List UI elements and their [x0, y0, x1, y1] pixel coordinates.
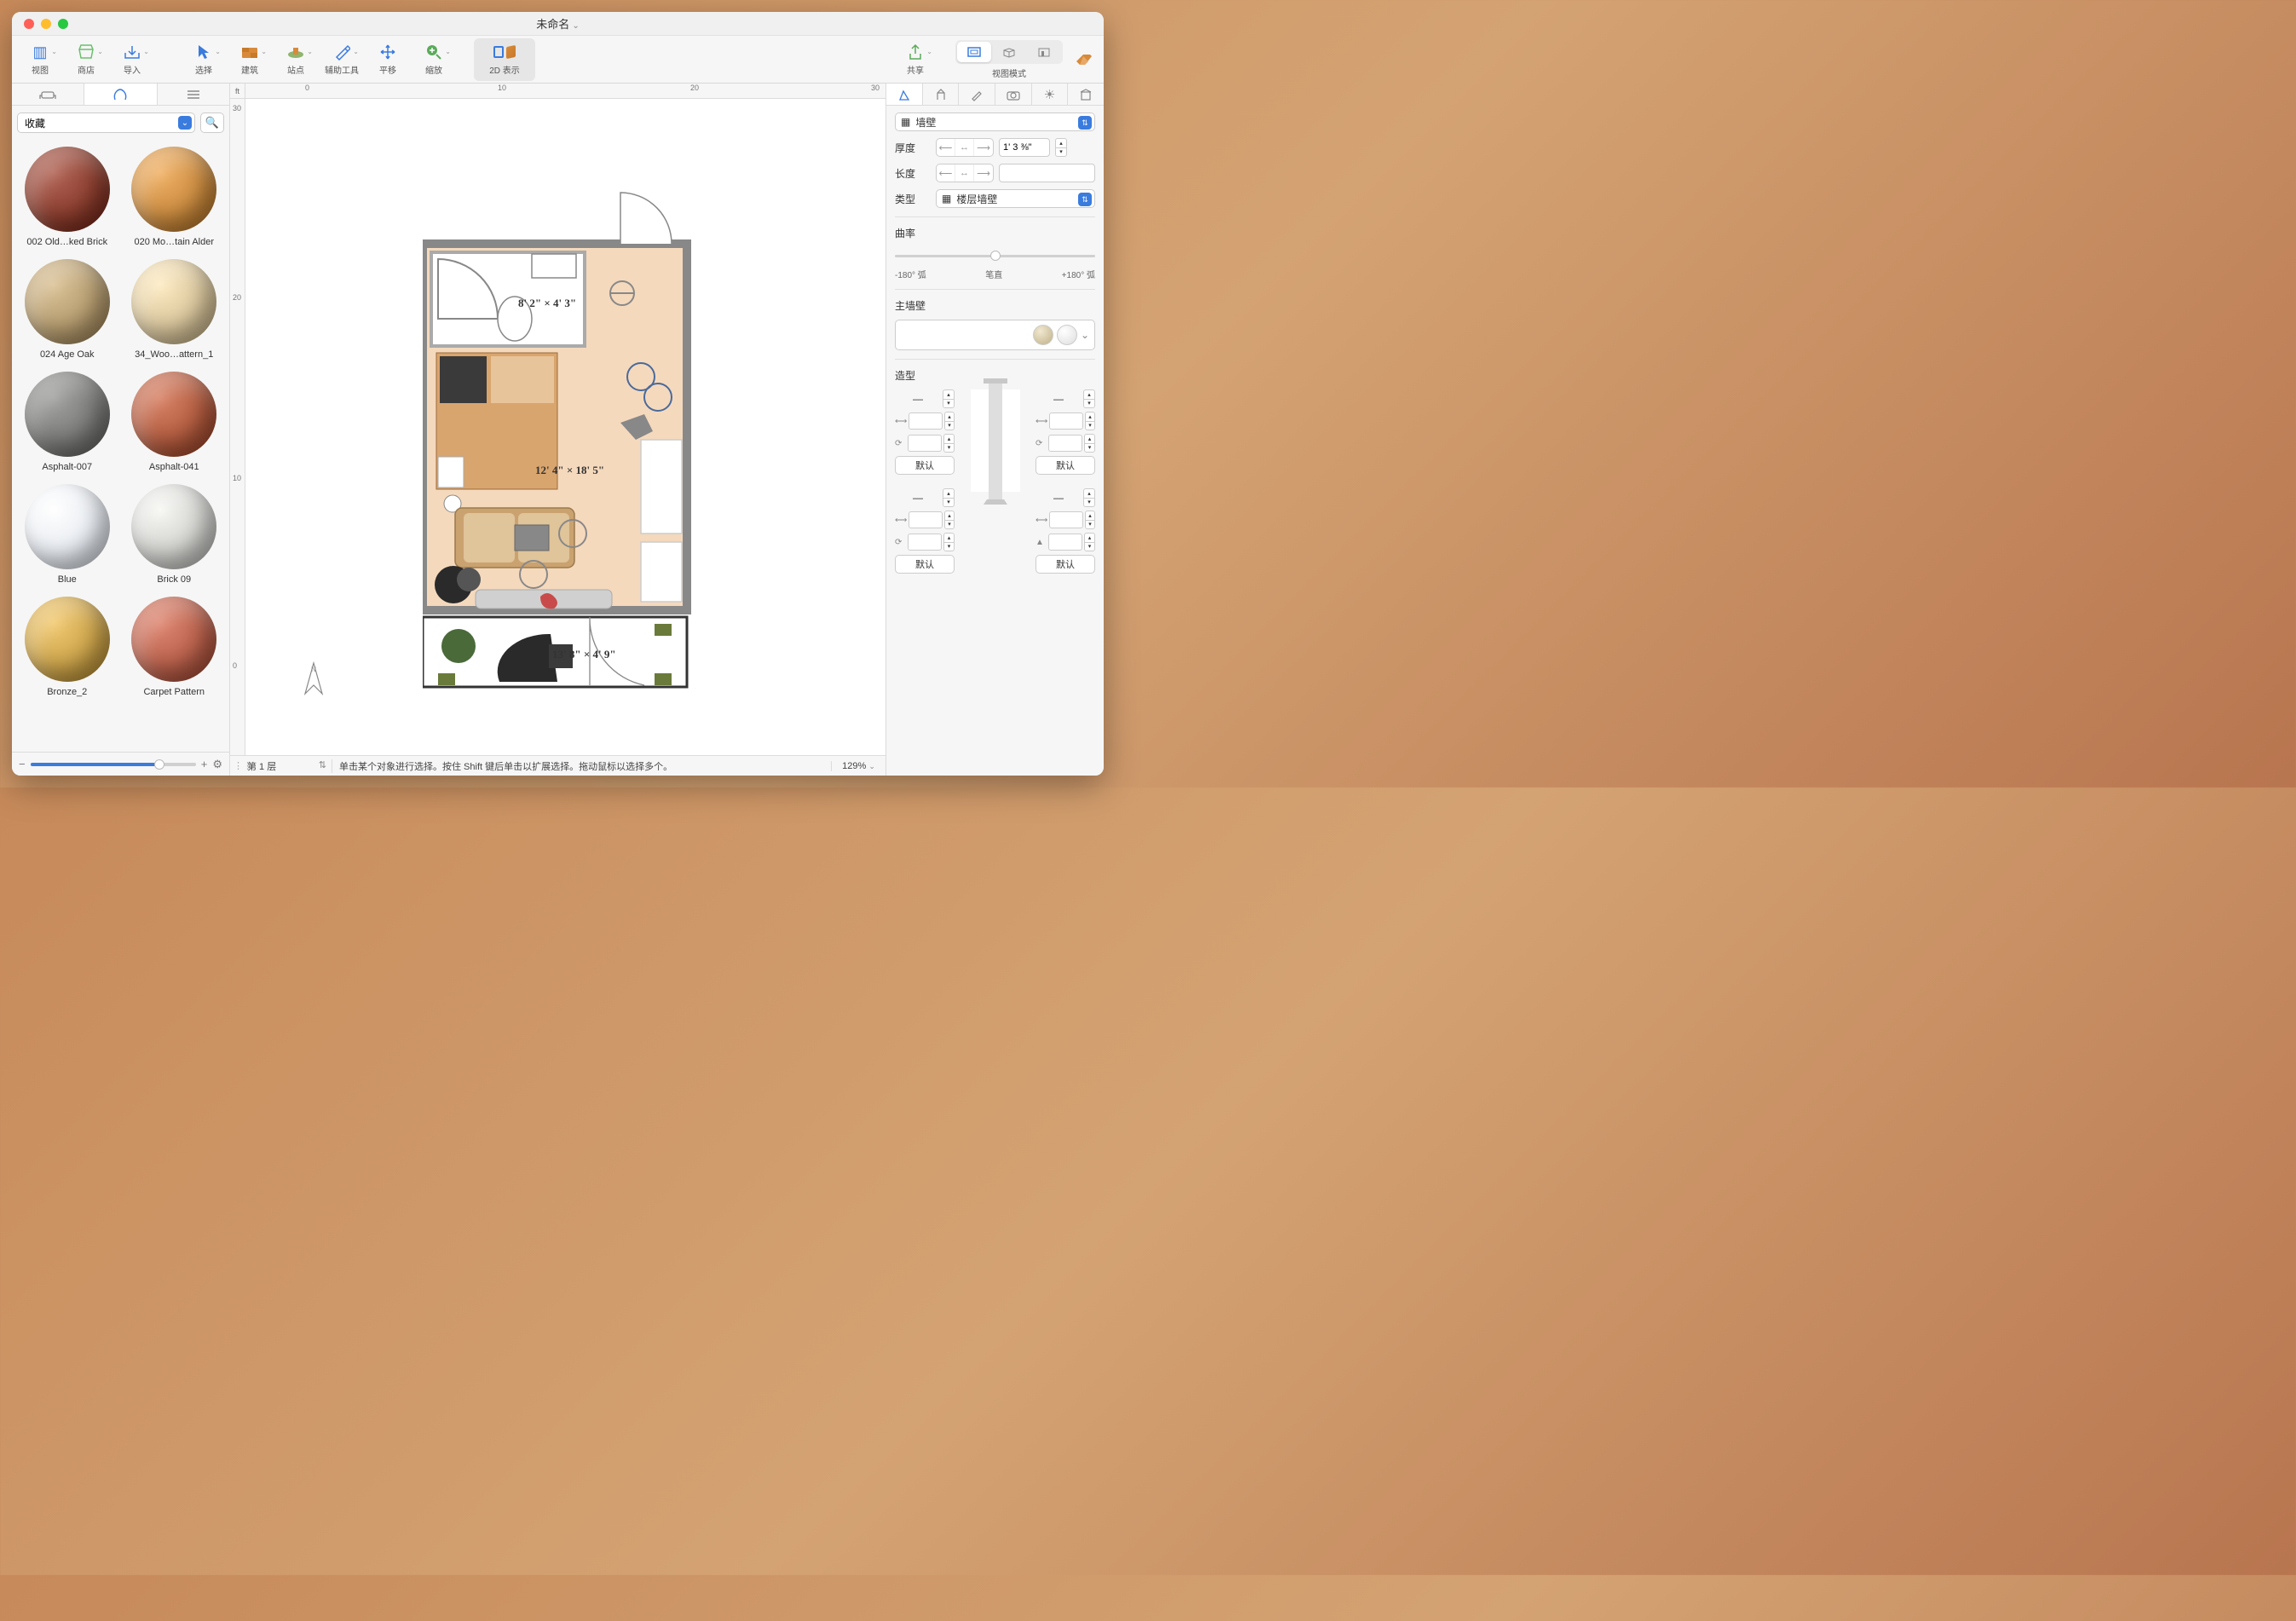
view-mode-segment	[955, 40, 1063, 64]
shape-default-2[interactable]: 默认	[1036, 456, 1095, 475]
material-search[interactable]: ⌄	[17, 112, 195, 133]
svg-text:N: N	[311, 666, 316, 673]
import-button[interactable]: ⌄ 导入	[109, 38, 155, 81]
view-mode-elevation[interactable]	[1027, 42, 1061, 62]
length-mode-segment[interactable]: ⟵↔⟶	[936, 164, 994, 182]
material-item[interactable]: 020 Mo…tain Alder	[121, 143, 228, 254]
material-item[interactable]: 34_Woo…attern_1	[121, 256, 228, 366]
wall-type-select[interactable]: ▦楼层墙壁 ⇅	[936, 189, 1095, 208]
titlebar: 未命名⌄	[12, 12, 1104, 36]
ruler-horizontal: 0 10 20 30	[245, 84, 886, 99]
inspector-tab-edit[interactable]	[959, 84, 995, 105]
material-swatch-1[interactable]	[1033, 325, 1053, 345]
zoom-tool[interactable]: ⌄ 缩放	[411, 38, 457, 81]
material-swatch-2[interactable]	[1057, 325, 1077, 345]
inspector-tab-material[interactable]	[923, 84, 960, 105]
thickness-align-segment[interactable]: ⟵↔⟶	[936, 138, 994, 157]
inspector-tab-camera[interactable]	[995, 84, 1032, 105]
shape-default-1[interactable]: 默认	[895, 456, 955, 475]
room-dim-2: 12' 4" × 18' 5"	[535, 464, 604, 477]
site-tool[interactable]: ⌄ 站点	[273, 38, 319, 81]
floor-selector[interactable]: 第 1 层⇅	[242, 759, 332, 773]
left-tab-furniture[interactable]	[12, 84, 84, 105]
room-dim-1: 8' 2" × 4' 3"	[518, 297, 576, 310]
material-item[interactable]: 002 Old…ked Brick	[14, 143, 121, 254]
search-dropdown-icon[interactable]: ⌄	[178, 116, 192, 130]
minimize-button[interactable]	[41, 19, 51, 29]
ruler-unit: ft	[230, 84, 245, 99]
building-tool[interactable]: ⌄ 建筑	[227, 38, 273, 81]
drag-handle-icon[interactable]: ⋮⋮	[230, 760, 242, 771]
chevron-down-icon: ⌄	[572, 21, 579, 31]
view-2d-button[interactable]: 2D 表示	[474, 38, 535, 81]
status-bar: ⋮⋮ 第 1 层⇅ 单击某个对象进行选择。按住 Shift 键后单击以扩展选择。…	[230, 755, 886, 776]
material-item[interactable]: Bronze_2	[14, 593, 121, 704]
zoom-out-icon[interactable]: −	[19, 758, 26, 770]
shape-l2[interactable]	[908, 435, 942, 452]
canvas-area: ft 0 10 20 30 30 20 10 0	[230, 84, 886, 776]
document-title[interactable]: 未命名⌄	[536, 15, 579, 32]
material-item[interactable]: Brick 09	[121, 481, 228, 591]
compass-icon: N	[297, 660, 331, 702]
shape-r1[interactable]	[1049, 412, 1083, 430]
chevron-down-icon[interactable]: ⌄	[1081, 329, 1089, 341]
inspector-tab-object[interactable]	[886, 84, 923, 105]
shape-r3[interactable]	[1049, 511, 1083, 528]
pan-tool[interactable]: 平移	[365, 38, 411, 81]
status-hint: 单击某个对象进行选择。按住 Shift 键后单击以扩展选择。拖动鼠标以选择多个。	[332, 759, 831, 773]
material-list[interactable]: 002 Old…ked Brick020 Mo…tain Alder024 Ag…	[12, 140, 229, 752]
shape-default-3[interactable]: 默认	[895, 555, 955, 574]
thickness-stepper[interactable]: ▴▾	[1055, 138, 1067, 157]
thumbnail-zoom-slider[interactable]	[31, 763, 196, 766]
left-tab-list[interactable]	[158, 84, 229, 105]
eraser-button[interactable]	[1070, 38, 1099, 81]
shape-l3[interactable]	[909, 511, 943, 528]
thumbnail-zoom: − + ⚙	[12, 752, 229, 776]
zoom-level[interactable]: 129% ⌄	[831, 761, 886, 771]
material-item[interactable]: Asphalt-041	[121, 368, 228, 479]
curvature-slider[interactable]	[895, 247, 1095, 264]
share-button[interactable]: ⌄ 共享	[892, 38, 938, 81]
ruler-vertical: 30 20 10 0	[230, 99, 245, 755]
close-button[interactable]	[24, 19, 34, 29]
view-button[interactable]: ▥⌄ 视图	[17, 38, 63, 81]
floor-plan	[423, 167, 697, 689]
select-tool[interactable]: ⌄ 选择	[181, 38, 227, 81]
left-tab-materials[interactable]	[84, 84, 157, 105]
shape-l4[interactable]	[908, 534, 942, 551]
view-mode-3d[interactable]	[992, 42, 1026, 62]
main-wall-materials[interactable]: ⌄	[895, 320, 1095, 350]
shape-default-4[interactable]: 默认	[1036, 555, 1095, 574]
store-button[interactable]: ⌄ 商店	[63, 38, 109, 81]
floor-plan-canvas[interactable]: 8' 2" × 4' 3" 12' 4" × 18' 5" 13' 8" × 4…	[245, 99, 886, 755]
inspector-tab-light[interactable]: ☀	[1032, 84, 1069, 105]
left-panel: ⌄ 🔍 002 Old…ked Brick020 Mo…tain Alder02…	[12, 84, 230, 776]
traffic-lights	[12, 19, 68, 29]
search-button[interactable]: 🔍	[200, 112, 224, 133]
object-type-select[interactable]: ▦墙壁 ⇅	[895, 112, 1095, 131]
thickness-input[interactable]	[999, 138, 1050, 157]
aux-tools[interactable]: ⌄ 辅助工具	[319, 38, 365, 81]
zoom-in-icon[interactable]: +	[201, 758, 208, 770]
shape-r2[interactable]	[1048, 435, 1082, 452]
length-input[interactable]	[999, 164, 1095, 182]
app-window: 未命名⌄ ▥⌄ 视图 ⌄ 商店 ⌄ 导入 ⌄ 选择 ⌄	[12, 12, 1104, 776]
material-item[interactable]: 024 Age Oak	[14, 256, 121, 366]
material-item[interactable]: Blue	[14, 481, 121, 591]
shape-l1[interactable]	[909, 412, 943, 430]
fullscreen-button[interactable]	[58, 19, 68, 29]
gear-icon[interactable]: ⚙	[212, 758, 222, 771]
main-toolbar: ▥⌄ 视图 ⌄ 商店 ⌄ 导入 ⌄ 选择 ⌄ 建筑 ⌄	[12, 36, 1104, 84]
material-item[interactable]: Carpet Pattern	[121, 593, 228, 704]
inspector-tab-building[interactable]	[1068, 84, 1104, 105]
room-dim-3: 13' 8" × 4' 9"	[552, 648, 616, 661]
shape-r4[interactable]	[1048, 534, 1082, 551]
material-item[interactable]: Asphalt-007	[14, 368, 121, 479]
view-mode-2d[interactable]	[957, 42, 991, 62]
inspector-panel: ☀ ▦墙壁 ⇅ 厚度 ⟵↔⟶ ▴▾ 长度 ⟵↔⟶	[886, 84, 1104, 776]
wall-profile-preview	[971, 389, 1020, 492]
